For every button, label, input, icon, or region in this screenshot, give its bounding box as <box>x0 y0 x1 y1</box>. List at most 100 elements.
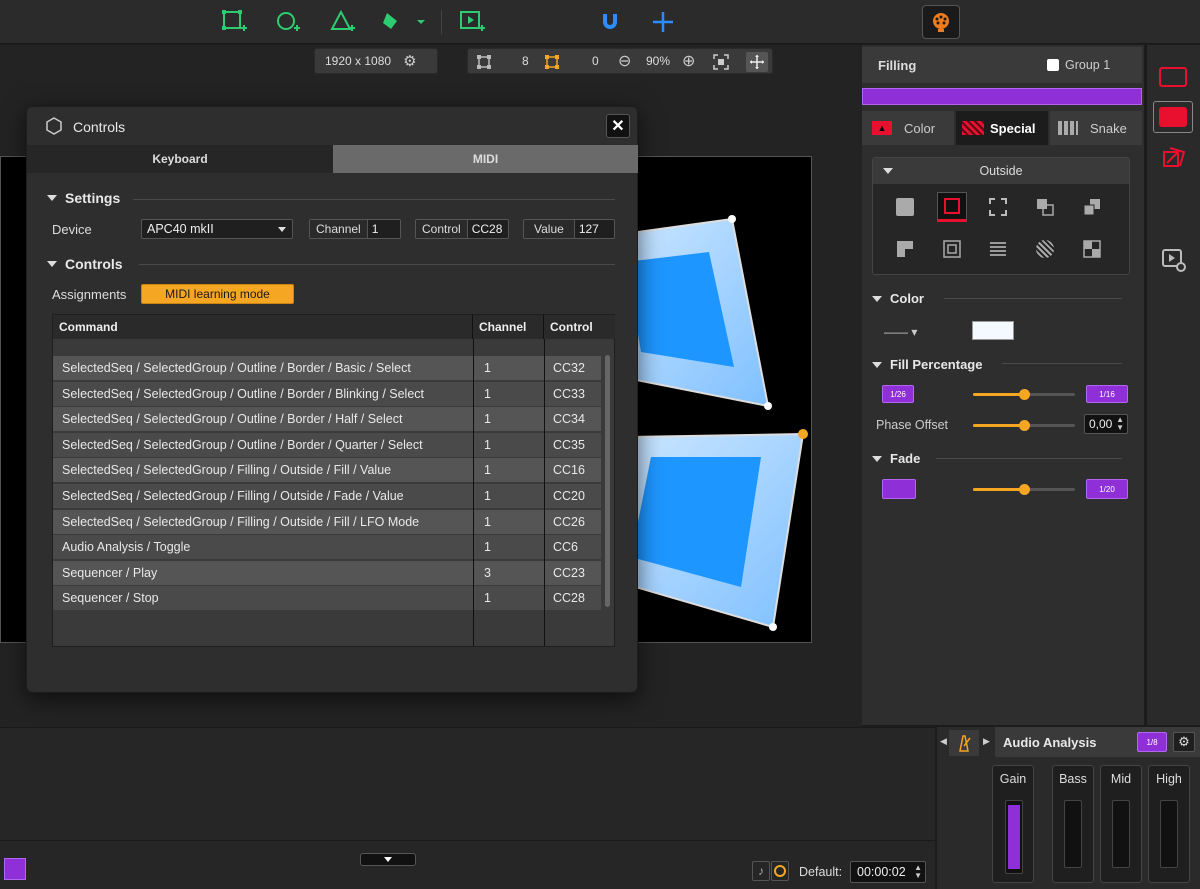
expand-right-icon[interactable]: ▶ <box>983 736 990 747</box>
collapse-left-icon[interactable]: ◀ <box>940 736 947 747</box>
timeline-strip[interactable] <box>862 88 1142 105</box>
fill-concentric-icon[interactable] <box>937 234 967 264</box>
table-row[interactable]: SelectedSeq / SelectedGroup / Filling / … <box>53 509 601 535</box>
chip-label: 1/16 <box>1099 389 1115 399</box>
bass-meter[interactable] <box>1064 800 1082 868</box>
device-select[interactable]: APC40 mkII <box>141 219 293 239</box>
outline-module-icon[interactable] <box>1159 67 1187 87</box>
metronome-icon[interactable]: ♪ <box>752 861 770 881</box>
table-row[interactable]: SelectedSeq / SelectedGroup / Outline / … <box>53 432 601 458</box>
table-row[interactable]: SelectedSeq / SelectedGroup / Outline / … <box>53 407 601 433</box>
main-toolbar <box>0 0 1200 44</box>
fill-percentage-heading[interactable]: Fill Percentage <box>872 357 982 372</box>
fill-half-icon[interactable] <box>1030 192 1060 222</box>
duration-input[interactable]: 00:00:02 ▲ ▼ <box>850 861 926 883</box>
fill-corners-icon[interactable] <box>983 192 1013 222</box>
zoom-in-icon[interactable]: ⊕ <box>682 51 695 71</box>
value-field[interactable]: Value 127 <box>523 219 615 239</box>
high-meter[interactable] <box>1160 800 1178 868</box>
phase-slider-knob[interactable] <box>1019 420 1030 431</box>
channel-cell: 3 <box>484 565 491 580</box>
video-settings-icon[interactable] <box>1161 247 1187 276</box>
settings-heading[interactable]: Settings <box>47 190 120 206</box>
filling-panel: Filling Group 1 ▲ Color Special Snake Ou… <box>862 45 1144 725</box>
add-video-quad-icon[interactable] <box>458 8 486 36</box>
table-row[interactable]: Sequencer / Stop 1 CC28 <box>53 586 601 612</box>
high-label: High <box>1156 772 1182 786</box>
fill-step-icon[interactable] <box>890 234 920 264</box>
color-heading[interactable]: Color <box>872 291 924 306</box>
table-row[interactable]: Audio Analysis / Toggle 1 CC6 <box>53 535 601 561</box>
metronome-toggle-icon[interactable] <box>949 730 979 756</box>
add-circle-icon[interactable] <box>273 8 301 36</box>
mask-module-icon[interactable] <box>1161 145 1187 174</box>
resolution-chip[interactable]: 1920 x 1080 ⚙ <box>314 48 438 74</box>
timeline-toggle-button[interactable] <box>360 853 416 866</box>
fill-solid-icon[interactable] <box>890 192 920 222</box>
audio-settings-button[interactable]: ⚙ <box>1173 732 1195 752</box>
table-row[interactable]: SelectedSeq / SelectedGroup / Filling / … <box>53 458 601 484</box>
sequencer-area[interactable]: ♪ Default: 00:00:02 ▲ ▼ <box>0 727 935 889</box>
column-header-command[interactable]: Command <box>53 315 473 339</box>
table-row[interactable]: SelectedSeq / SelectedGroup / Outline / … <box>53 381 601 407</box>
mid-meter[interactable] <box>1112 800 1130 868</box>
mode-box: Outside <box>872 157 1130 275</box>
column-header-control[interactable]: Control <box>544 315 615 339</box>
gain-slider[interactable] <box>1005 800 1023 874</box>
tab-special[interactable]: Special <box>956 111 1048 145</box>
fill-lfo-right-chip[interactable]: 1/16 <box>1086 385 1128 403</box>
group-checkbox[interactable] <box>1047 59 1059 71</box>
tab-special-label: Special <box>990 120 1036 136</box>
filling-module-icon[interactable] <box>1153 101 1193 133</box>
fill-quarter-icon[interactable] <box>1077 192 1107 222</box>
close-button[interactable]: ✕ <box>606 114 630 138</box>
gear-icon[interactable]: ⚙ <box>403 52 416 70</box>
fade-slider-knob[interactable] <box>1019 484 1030 495</box>
table-row[interactable]: SelectedSeq / SelectedGroup / Outline / … <box>53 356 601 381</box>
table-row[interactable]: SelectedSeq / SelectedGroup / Filling / … <box>53 484 601 509</box>
tab-midi[interactable]: MIDI <box>333 145 638 173</box>
mode-dropdown[interactable]: Outside <box>873 158 1129 184</box>
bass-column: Bass <box>1052 765 1094 883</box>
table-row[interactable]: Sequencer / Play 3 CC23 <box>53 560 601 586</box>
tab-snake[interactable]: Snake <box>1050 111 1142 145</box>
fade-heading[interactable]: Fade <box>872 451 920 466</box>
fill-checker-icon[interactable] <box>1077 234 1107 264</box>
channel-field[interactable]: Channel 1 <box>309 219 401 239</box>
chip-label: 1/20 <box>1099 484 1115 494</box>
fill-lfo-left-chip[interactable]: 1/26 <box>882 385 914 403</box>
tab-color[interactable]: ▲ Color <box>862 111 954 145</box>
midi-controller-icon[interactable] <box>922 5 960 39</box>
control-cell: CC32 <box>553 361 585 375</box>
fill-slider-knob[interactable] <box>1019 389 1030 400</box>
sequence-color-chip[interactable] <box>4 858 26 880</box>
control-field[interactable]: Control CC28 <box>415 219 509 239</box>
pan-icon[interactable] <box>746 52 768 72</box>
tab-keyboard[interactable]: Keyboard <box>27 145 333 173</box>
command-cell: Sequencer / Stop <box>62 591 159 606</box>
stepper-icon: ▲ ▼ <box>914 863 922 880</box>
color-swatch[interactable] <box>972 321 1014 340</box>
crosshair-icon[interactable] <box>649 8 677 36</box>
column-header-channel[interactable]: Channel <box>473 315 544 339</box>
line-style-select[interactable]: —— ▾ <box>884 325 917 339</box>
fade-color-chip[interactable] <box>882 479 916 499</box>
pen-tool-dropdown-icon[interactable] <box>380 8 428 36</box>
phase-offset-input[interactable]: 0,00 ▲ ▼ <box>1084 414 1128 434</box>
fit-view-icon[interactable] <box>713 54 729 73</box>
fill-diagonal-icon[interactable] <box>1030 234 1060 264</box>
clock-icon[interactable] <box>771 861 789 881</box>
add-quad-icon[interactable] <box>220 8 248 36</box>
zoom-out-icon[interactable]: ⊖ <box>618 51 631 71</box>
controls-heading[interactable]: Controls <box>47 256 123 272</box>
fill-border-icon[interactable] <box>937 192 967 222</box>
table-scrollbar[interactable] <box>605 355 610 607</box>
dialog-title: Controls <box>73 119 126 135</box>
midi-learning-button[interactable]: MIDI learning mode <box>141 284 294 304</box>
add-triangle-icon[interactable] <box>328 8 356 36</box>
fill-lines-icon[interactable] <box>983 234 1013 264</box>
magnet-icon[interactable] <box>596 8 624 36</box>
tab-color-label: Color <box>904 120 936 136</box>
audio-lfo-chip[interactable]: 1/8 <box>1137 732 1167 752</box>
fade-lfo-right-chip[interactable]: 1/20 <box>1086 479 1128 499</box>
